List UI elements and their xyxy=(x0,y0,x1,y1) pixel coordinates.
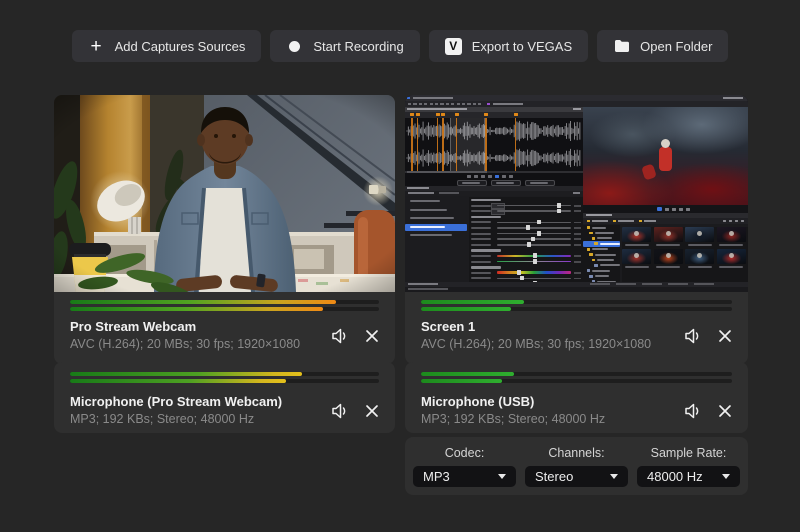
effect-list-item xyxy=(405,207,467,214)
meter-bar xyxy=(70,300,336,304)
channels-label: Channels: xyxy=(525,446,628,460)
add-captures-sources-button[interactable]: + Add Captures Sources xyxy=(72,30,262,62)
chevron-down-icon xyxy=(498,474,506,479)
close-icon[interactable] xyxy=(365,329,379,343)
effect-list-item xyxy=(405,198,467,205)
meter-bar xyxy=(70,307,323,311)
button-label: Export to VEGAS xyxy=(472,39,572,54)
source-specs: MP3; 192 KBs; Stereo; 48000 Hz xyxy=(70,412,282,427)
media-thumbnail xyxy=(685,227,714,249)
audio-meters xyxy=(54,362,395,389)
channels-value: Stereo xyxy=(535,469,573,484)
effect-list-item xyxy=(405,215,467,222)
media-thumbnail xyxy=(622,249,651,271)
meter-bar xyxy=(421,307,511,311)
start-recording-button[interactable]: Start Recording xyxy=(270,30,419,62)
meter-bar xyxy=(70,379,286,383)
media-thumbnail xyxy=(654,227,683,249)
effect-list-item xyxy=(405,224,467,231)
button-label: Add Captures Sources xyxy=(115,39,246,54)
audio-meters xyxy=(405,362,748,389)
close-icon[interactable] xyxy=(365,404,379,418)
audio-settings-panel: Codec: MP3 Channels: Stereo Sample Rate:… xyxy=(405,437,748,495)
open-folder-button[interactable]: Open Folder xyxy=(597,30,728,62)
export-to-vegas-button[interactable]: V Export to VEGAS xyxy=(429,30,588,62)
codec-label: Codec: xyxy=(413,446,516,460)
webcam-preview-art xyxy=(54,95,395,292)
record-icon xyxy=(286,38,303,55)
media-thumbnail xyxy=(717,249,746,271)
media-thumbnail xyxy=(654,249,683,271)
source-card-mic-usb: Microphone (USB) MP3; 192 KBs; Stereo; 4… xyxy=(405,362,748,433)
channels-field: Channels: Stereo xyxy=(525,445,628,487)
source-specs: AVC (H.264); 20 MBs; 30 fps; 1920×1080 xyxy=(421,337,651,352)
source-specs: MP3; 192 KBs; Stereo; 48000 Hz xyxy=(421,412,605,427)
volume-icon[interactable] xyxy=(684,328,702,344)
meter-bar xyxy=(70,372,302,376)
source-card-mic-webcam: Microphone (Pro Stream Webcam) MP3; 192 … xyxy=(54,362,395,433)
source-title: Microphone (Pro Stream Webcam) xyxy=(70,394,282,410)
media-thumbnail xyxy=(622,227,651,249)
webcam-preview xyxy=(54,95,395,292)
meter-bar xyxy=(421,300,524,304)
codec-field: Codec: MP3 xyxy=(413,445,516,487)
vegas-icon: V xyxy=(445,38,462,55)
sample-rate-value: 48000 Hz xyxy=(647,469,703,484)
volume-icon[interactable] xyxy=(331,403,349,419)
chevron-down-icon xyxy=(722,474,730,479)
screen-preview-art xyxy=(405,95,748,292)
folder-icon xyxy=(613,38,630,55)
main-toolbar: + Add Captures Sources Start Recording V… xyxy=(0,30,800,62)
volume-icon[interactable] xyxy=(684,403,702,419)
audio-meters xyxy=(405,292,748,315)
close-icon[interactable] xyxy=(718,404,732,418)
channels-dropdown[interactable]: Stereo xyxy=(525,466,628,487)
media-thumbnail xyxy=(685,249,714,271)
plus-icon: + xyxy=(88,38,105,55)
meter-bar xyxy=(421,379,502,383)
media-folder-tree xyxy=(583,225,620,282)
meter-bar xyxy=(421,372,514,376)
source-specs: AVC (H.264); 20 MBs; 30 fps; 1920×1080 xyxy=(70,337,300,352)
media-thumbnail xyxy=(717,227,746,249)
close-icon[interactable] xyxy=(718,329,732,343)
sample-rate-label: Sample Rate: xyxy=(637,446,740,460)
source-card-webcam: Pro Stream Webcam AVC (H.264); 20 MBs; 3… xyxy=(54,95,395,364)
volume-icon[interactable] xyxy=(331,328,349,344)
codec-value: MP3 xyxy=(423,469,450,484)
source-card-screen: Screen 1 AVC (H.264); 20 MBs; 30 fps; 19… xyxy=(405,95,748,364)
codec-dropdown[interactable]: MP3 xyxy=(413,466,516,487)
video-monitor xyxy=(583,107,748,205)
waveform-display xyxy=(405,118,583,171)
sample-rate-dropdown[interactable]: 48000 Hz xyxy=(637,466,740,487)
button-label: Open Folder xyxy=(640,39,712,54)
slider-panel xyxy=(469,197,583,285)
sample-rate-field: Sample Rate: 48000 Hz xyxy=(637,445,740,487)
source-title: Pro Stream Webcam xyxy=(70,319,300,335)
audio-meters xyxy=(54,292,395,315)
media-thumbnail-grid xyxy=(622,227,748,282)
button-label: Start Recording xyxy=(313,39,403,54)
source-title: Screen 1 xyxy=(421,319,651,335)
source-title: Microphone (USB) xyxy=(421,394,605,410)
screen-preview xyxy=(405,95,748,292)
effect-list-item xyxy=(405,232,467,239)
chevron-down-icon xyxy=(610,474,618,479)
capture-app-window: + Add Captures Sources Start Recording V… xyxy=(0,0,800,532)
